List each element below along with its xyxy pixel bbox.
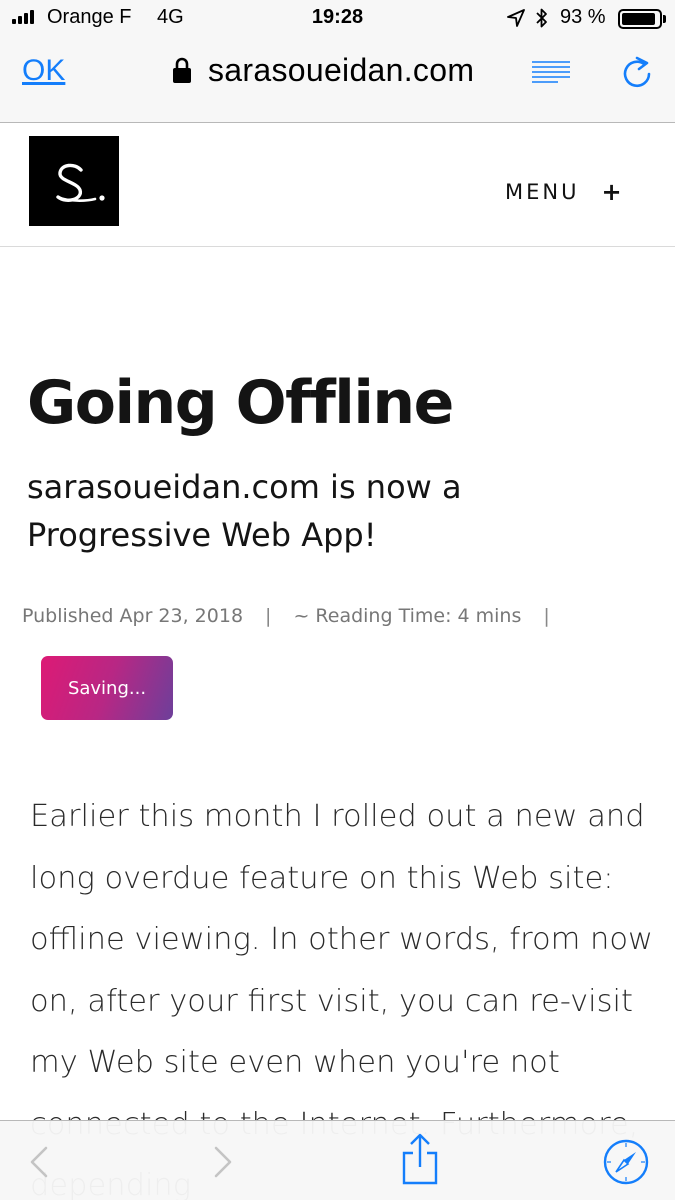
browser-address-bar: OK sarasoueidan.com (0, 38, 675, 123)
compass-icon[interactable] (603, 1139, 649, 1185)
share-icon[interactable] (400, 1133, 440, 1185)
reading-time: ~ Reading Time: 4 mins (293, 605, 522, 627)
article-title: Going Offline (27, 368, 454, 438)
browser-toolbar (0, 1120, 675, 1200)
article-meta: Published Apr 23, 2018 | ~ Reading Time:… (22, 605, 572, 627)
bluetooth-icon (536, 8, 547, 28)
menu-button[interactable]: MENU + (505, 178, 622, 206)
battery-percentage: 93 % (560, 6, 606, 28)
save-offline-button[interactable]: Saving... (41, 656, 173, 720)
battery-fill (622, 13, 656, 25)
forward-icon[interactable] (212, 1145, 234, 1179)
battery-nub (663, 15, 666, 23)
done-button[interactable]: OK (22, 54, 65, 88)
reload-icon[interactable] (622, 56, 652, 88)
published-date: Published Apr 23, 2018 (22, 605, 244, 627)
url-domain[interactable]: sarasoueidan.com (208, 52, 474, 89)
battery-icon (618, 9, 662, 29)
article-subtitle: sarasoueidan.com is now a Progressive We… (27, 468, 462, 554)
back-icon[interactable] (28, 1145, 50, 1179)
signature-logo-icon (56, 163, 105, 202)
status-bar: Orange F 4G 19:28 93 % (0, 0, 675, 38)
reader-view-icon[interactable] (532, 61, 570, 83)
meta-separator: | (543, 605, 550, 627)
site-logo[interactable] (29, 136, 119, 226)
menu-label: MENU (505, 180, 580, 204)
plus-icon: + (601, 178, 622, 206)
location-arrow-icon (507, 9, 525, 27)
lock-icon (173, 57, 191, 83)
site-header: MENU + (0, 123, 675, 247)
meta-separator: | (265, 605, 272, 627)
